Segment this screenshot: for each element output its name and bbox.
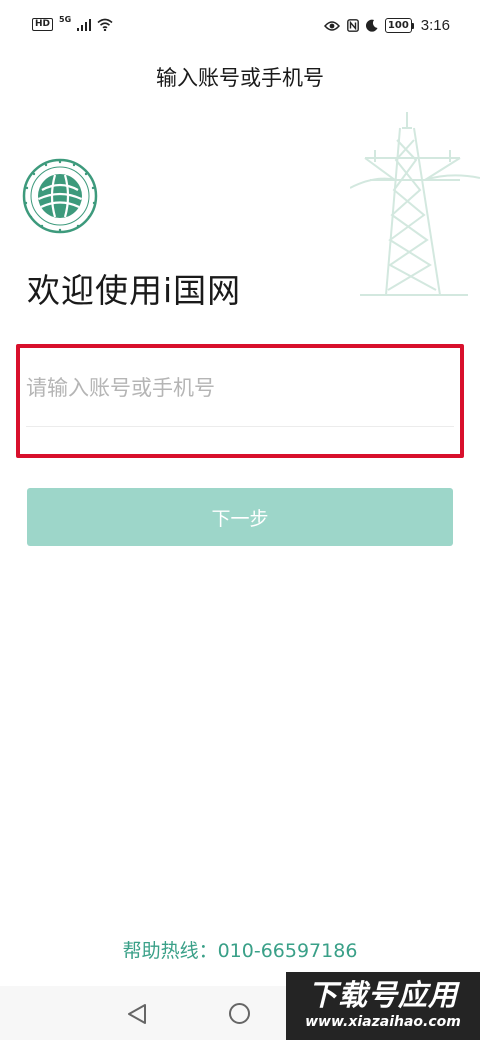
status-right-group: 100 3:16 — [323, 17, 450, 34]
nfc-icon — [347, 19, 359, 32]
back-icon[interactable] — [126, 1003, 148, 1025]
wifi-icon — [97, 18, 113, 31]
status-bar: HD 5G 100 3:16 — [0, 0, 480, 56]
battery-level: 100 — [384, 18, 412, 33]
moon-icon — [365, 19, 378, 32]
signal-icon — [77, 18, 92, 31]
eye-icon — [323, 20, 340, 31]
input-underline — [26, 426, 454, 427]
battery-icon: 100 — [384, 18, 414, 33]
hd-badge: HD — [32, 18, 54, 31]
status-time: 3:16 — [420, 17, 450, 34]
help-hotline[interactable]: 帮助热线：010-66597186 — [0, 936, 480, 963]
network-type-label: 5G — [59, 15, 72, 24]
account-input[interactable] — [26, 360, 454, 416]
home-icon[interactable] — [229, 1003, 250, 1024]
next-step-button[interactable]: 下一步 — [27, 488, 453, 546]
welcome-heading: 欢迎使用i国网 — [27, 271, 242, 310]
page-title: 输入账号或手机号 — [156, 66, 324, 90]
battery-tip — [411, 22, 414, 29]
watermark-title: 下载号应用 — [307, 978, 458, 1012]
status-left-group: HD 5G — [32, 15, 113, 31]
watermark-url: www.xiazaihao.com — [305, 1014, 461, 1030]
power-tower-illustration — [350, 112, 480, 296]
watermark-logo: 下载号应用 www.xiazaihao.com — [286, 972, 480, 1040]
state-grid-logo — [22, 158, 98, 234]
